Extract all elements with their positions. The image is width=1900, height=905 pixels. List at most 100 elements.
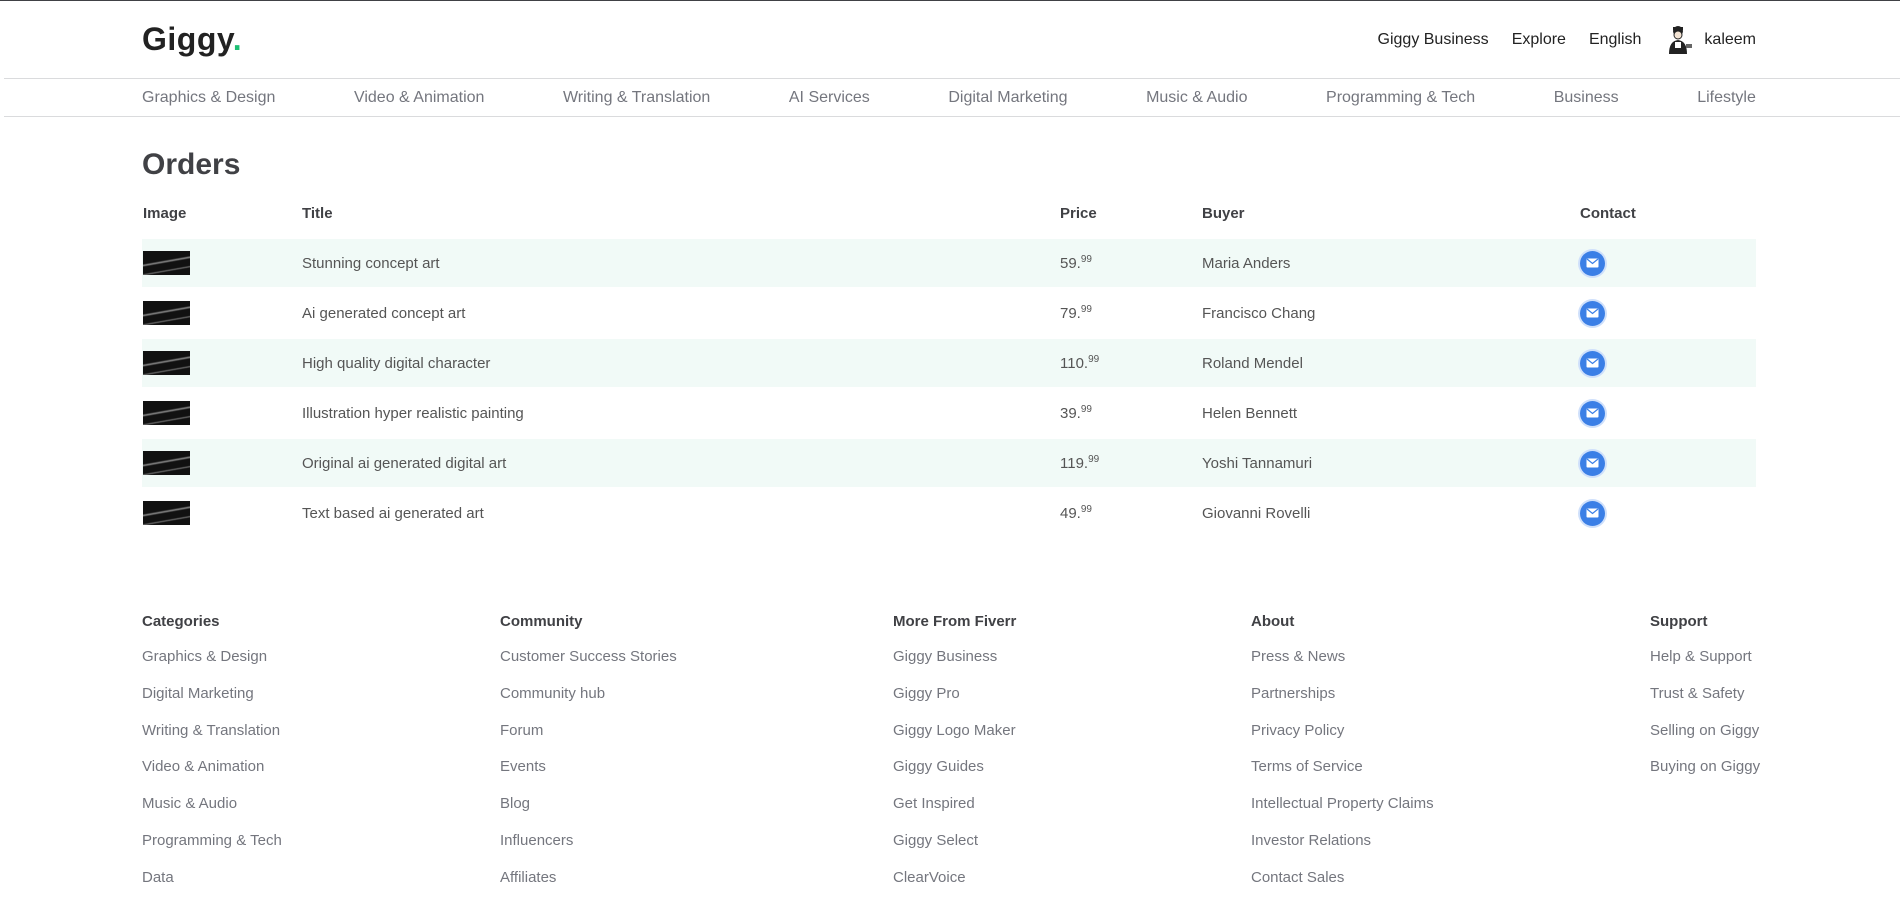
mail-icon[interactable] bbox=[1580, 300, 1605, 326]
footer-link[interactable]: Influencers bbox=[500, 831, 677, 851]
footer-link[interactable]: Forum bbox=[500, 721, 677, 741]
column-header-title: Title bbox=[302, 204, 333, 222]
order-price: 49.99 bbox=[1059, 487, 1201, 537]
footer-link[interactable]: Giggy Pro bbox=[893, 684, 1016, 704]
table-row: Ai generated concept art 79.99 Francisco… bbox=[142, 287, 1756, 338]
category-link[interactable]: Graphics & Design bbox=[142, 89, 275, 107]
footer-column-about: About Press & News Partnerships Privacy … bbox=[1251, 612, 1434, 905]
footer-link[interactable]: Press & News bbox=[1251, 647, 1434, 667]
giggy-business-link[interactable]: Giggy Business bbox=[1378, 31, 1489, 49]
order-price: 110.99 bbox=[1059, 337, 1201, 388]
order-title: Original ai generated digital art bbox=[301, 437, 1059, 488]
footer-link[interactable]: Giggy Business bbox=[893, 647, 1016, 667]
order-thumbnail[interactable] bbox=[143, 351, 190, 375]
footer-link[interactable]: Giggy Logo Maker bbox=[893, 721, 1016, 741]
footer-heading: More From Fiverr bbox=[893, 613, 1017, 630]
mail-icon[interactable] bbox=[1580, 350, 1605, 376]
footer-link[interactable]: Events bbox=[500, 757, 677, 777]
table-row: High quality digital character 110.99 Ro… bbox=[142, 337, 1756, 388]
category-link[interactable]: Digital Marketing bbox=[948, 89, 1067, 107]
order-buyer: Helen Bennett bbox=[1201, 387, 1579, 438]
order-buyer: Francisco Chang bbox=[1201, 287, 1579, 338]
category-link[interactable]: Writing & Translation bbox=[563, 89, 710, 107]
language-link[interactable]: English bbox=[1589, 31, 1641, 49]
footer-column-support: Support Help & Support Trust & Safety Se… bbox=[1650, 612, 1760, 794]
avatar-icon bbox=[1664, 24, 1694, 56]
category-link[interactable]: Business bbox=[1554, 89, 1619, 107]
footer-link[interactable]: Help & Support bbox=[1650, 647, 1760, 667]
order-title: Ai generated concept art bbox=[301, 287, 1059, 338]
column-header-price: Price bbox=[1060, 204, 1097, 222]
order-thumbnail[interactable] bbox=[143, 501, 190, 525]
category-link[interactable]: Lifestyle bbox=[1697, 89, 1756, 107]
footer-link[interactable]: Contact Sales bbox=[1251, 868, 1434, 888]
footer-link[interactable]: Selling on Giggy bbox=[1650, 721, 1760, 741]
user-menu[interactable]: kaleem bbox=[1664, 24, 1756, 56]
footer-link[interactable]: Affiliates bbox=[500, 868, 677, 888]
order-thumbnail[interactable] bbox=[143, 451, 190, 475]
column-header-image: Image bbox=[143, 204, 187, 222]
order-thumbnail[interactable] bbox=[143, 251, 190, 275]
table-row: Illustration hyper realistic painting 39… bbox=[142, 387, 1756, 438]
footer-link[interactable]: Video & Animation bbox=[142, 757, 282, 777]
order-buyer: Roland Mendel bbox=[1201, 337, 1579, 388]
logo-dot: . bbox=[232, 21, 243, 57]
category-link[interactable]: Programming & Tech bbox=[1326, 89, 1475, 107]
mail-icon[interactable] bbox=[1580, 250, 1605, 276]
footer-link[interactable]: Music & Audio bbox=[142, 794, 282, 814]
mail-icon[interactable] bbox=[1580, 500, 1605, 526]
footer-link[interactable]: Intellectual Property Claims bbox=[1251, 794, 1434, 814]
order-thumbnail[interactable] bbox=[143, 301, 190, 325]
footer-heading: Support bbox=[1650, 613, 1708, 630]
category-link[interactable]: Video & Animation bbox=[354, 89, 484, 107]
footer-heading: Categories bbox=[142, 613, 220, 630]
footer: Categories Graphics & Design Digital Mar… bbox=[142, 612, 1760, 896]
logo[interactable]: Giggy. bbox=[142, 21, 242, 58]
table-row: Text based ai generated art 49.99 Giovan… bbox=[142, 487, 1756, 537]
footer-link[interactable]: Customer Success Stories bbox=[500, 647, 677, 667]
order-title: Text based ai generated art bbox=[301, 487, 1059, 537]
footer-link[interactable]: Investor Relations bbox=[1251, 831, 1434, 851]
order-title: Stunning concept art bbox=[301, 237, 1059, 288]
order-buyer: Yoshi Tannamuri bbox=[1201, 437, 1579, 488]
footer-link[interactable]: Privacy Policy bbox=[1251, 721, 1434, 741]
category-link[interactable]: AI Services bbox=[789, 89, 870, 107]
footer-link[interactable]: Trust & Safety bbox=[1650, 684, 1760, 704]
footer-link[interactable]: Giggy Guides bbox=[893, 757, 1016, 777]
order-buyer: Maria Anders bbox=[1201, 237, 1579, 288]
username: kaleem bbox=[1704, 30, 1756, 48]
footer-link[interactable]: Community hub bbox=[500, 684, 677, 704]
footer-link[interactable]: Data bbox=[142, 868, 282, 888]
order-thumbnail[interactable] bbox=[143, 401, 190, 425]
footer-link[interactable]: Graphics & Design bbox=[142, 647, 282, 667]
logo-text: Giggy bbox=[142, 21, 233, 57]
footer-link[interactable]: Writing & Translation bbox=[142, 721, 282, 741]
order-buyer: Giovanni Rovelli bbox=[1201, 487, 1579, 537]
footer-column-community: Community Customer Success Stories Commu… bbox=[500, 612, 677, 905]
mail-icon[interactable] bbox=[1580, 400, 1605, 426]
footer-link[interactable]: ClearVoice bbox=[893, 868, 1016, 888]
footer-link[interactable]: Blog bbox=[500, 794, 677, 814]
page-title: Orders bbox=[142, 148, 241, 181]
footer-heading: Community bbox=[500, 613, 583, 630]
explore-link[interactable]: Explore bbox=[1512, 31, 1566, 49]
footer-link[interactable]: Giggy Select bbox=[893, 831, 1016, 851]
top-navbar: Giggy. Giggy Business Explore English ka… bbox=[142, 1, 1756, 78]
footer-link[interactable]: Programming & Tech bbox=[142, 831, 282, 851]
footer-link[interactable]: Partnerships bbox=[1251, 684, 1434, 704]
orders-table: Image Title Price Buyer Contact Stunning… bbox=[142, 193, 1756, 537]
footer-link[interactable]: Get Inspired bbox=[893, 794, 1016, 814]
order-price: 79.99 bbox=[1059, 287, 1201, 338]
column-header-buyer: Buyer bbox=[1202, 204, 1245, 222]
order-price: 59.99 bbox=[1059, 237, 1201, 288]
footer-heading: About bbox=[1251, 613, 1295, 630]
footer-link[interactable]: Digital Marketing bbox=[142, 684, 282, 704]
table-row: Stunning concept art 59.99 Maria Anders bbox=[142, 237, 1756, 288]
order-price: 119.99 bbox=[1059, 437, 1201, 488]
mail-icon[interactable] bbox=[1580, 450, 1605, 476]
footer-link[interactable]: Buying on Giggy bbox=[1650, 757, 1760, 777]
footer-link[interactable]: Terms of Service bbox=[1251, 757, 1434, 777]
footer-column-categories: Categories Graphics & Design Digital Mar… bbox=[142, 612, 282, 905]
category-link[interactable]: Music & Audio bbox=[1146, 89, 1247, 107]
top-links: Giggy Business Explore English kaleem bbox=[1378, 24, 1756, 56]
